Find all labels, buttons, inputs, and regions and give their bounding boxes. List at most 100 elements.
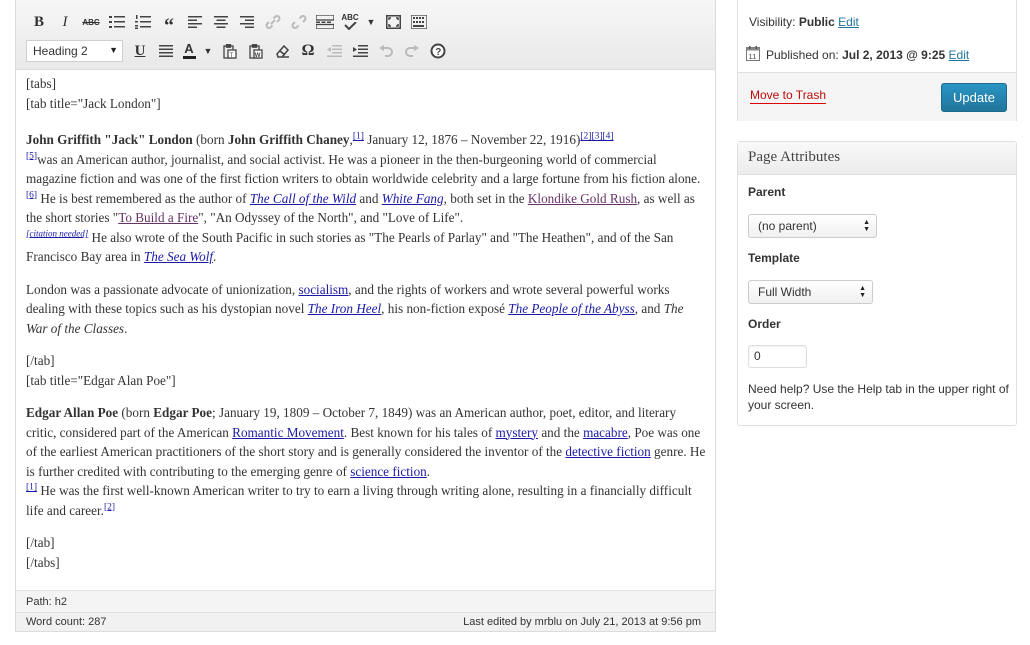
italic-icon[interactable]: I xyxy=(52,10,78,34)
unlink-icon[interactable] xyxy=(286,10,312,34)
text-color-swatch xyxy=(182,56,196,59)
paste-text-icon[interactable]: T xyxy=(217,39,243,63)
ref-link[interactable]: [5] xyxy=(26,151,37,161)
link-mystery[interactable]: mystery xyxy=(496,425,539,440)
text: . xyxy=(124,320,128,336)
paste-word-icon[interactable]: W xyxy=(243,39,269,63)
template-label: Template xyxy=(748,251,800,265)
paragraph-poe: Edgar Allan Poe (born Edgar Poe; January… xyxy=(26,403,706,520)
order-input[interactable]: 0 xyxy=(748,345,807,368)
justify-icon[interactable] xyxy=(153,39,179,63)
publish-actions: Move to Trash Update xyxy=(738,72,1016,121)
align-right-icon[interactable] xyxy=(234,10,260,34)
link-call-of-the-wild[interactable]: The Call of the Wild xyxy=(250,191,356,206)
editor-content[interactable]: [tabs] [tab title="Jack London"] John Gr… xyxy=(26,74,706,590)
text: and the xyxy=(538,424,584,440)
text-color-icon[interactable]: A xyxy=(179,39,199,63)
template-select-value: Full Width xyxy=(758,285,812,299)
shortcode-tab-close: [/tab] xyxy=(26,353,55,368)
word-count: Word count: 287 xyxy=(26,616,107,628)
update-button[interactable]: Update xyxy=(941,83,1007,112)
post-editor: B I ABC “ ABC ▼ Heading 2 ▼ U A ▼ T W Ω … xyxy=(15,0,716,632)
link-iron-heel[interactable]: The Iron Heel xyxy=(308,301,382,316)
text: He also wrote of the South Pacific in su… xyxy=(26,229,674,265)
align-center-icon[interactable] xyxy=(208,10,234,34)
special-char-icon[interactable]: Ω xyxy=(295,39,321,63)
spellcheck-dropdown-icon[interactable]: ▼ xyxy=(362,10,380,34)
shortcode-tab-close: [/tab] xyxy=(26,535,55,550)
page-attributes-title[interactable]: Page Attributes xyxy=(738,142,1016,175)
text-color-letter: A xyxy=(184,41,194,56)
link-detective-fiction[interactable]: detective fiction xyxy=(565,444,650,459)
underline-icon[interactable]: U xyxy=(127,39,153,63)
post-status-info: Word count: 287 Last edited by mrblu on … xyxy=(16,612,715,631)
text: He is best remembered as the author of xyxy=(37,190,250,206)
help-icon[interactable]: ? xyxy=(425,39,451,63)
text: . xyxy=(213,249,217,264)
published-label: Published on: xyxy=(766,48,839,62)
numbered-list-icon[interactable] xyxy=(130,10,156,34)
link-people-of-the-abyss[interactable]: The People of the Abyss xyxy=(508,301,634,316)
spellcheck-label: ABC xyxy=(341,13,359,22)
outdent-icon[interactable] xyxy=(321,39,347,63)
link-science-fiction[interactable]: science fiction xyxy=(350,464,427,479)
move-to-trash-link[interactable]: Move to Trash xyxy=(750,88,827,104)
fullscreen-icon[interactable] xyxy=(380,10,406,34)
clear-format-icon[interactable] xyxy=(269,39,295,63)
bullet-list-icon[interactable] xyxy=(104,10,130,34)
undo-icon[interactable] xyxy=(373,39,399,63)
insert-link-icon[interactable] xyxy=(260,10,286,34)
ref-link[interactable]: [1] xyxy=(353,132,364,142)
visibility-row: Visibility: Public Edit xyxy=(749,15,859,29)
edit-visibility-link[interactable]: Edit xyxy=(838,15,859,29)
strikethrough-icon[interactable]: ABC xyxy=(78,10,104,34)
text: (born xyxy=(118,405,154,420)
template-select[interactable]: Full Width ▲ ▼ xyxy=(748,280,873,304)
link-macabre[interactable]: macabre xyxy=(583,425,628,440)
reference: [2][3][4] xyxy=(580,132,613,142)
calendar-icon: 11 xyxy=(746,46,760,64)
svg-text:T: T xyxy=(230,53,234,59)
shortcode-tab-open: [tab title="Edgar Alan Poe"] xyxy=(26,372,176,388)
svg-text:?: ? xyxy=(435,47,441,58)
indent-icon[interactable] xyxy=(347,39,373,63)
link-klondike[interactable]: Klondike Gold Rush xyxy=(528,191,637,206)
link-romantic-movement[interactable]: Romantic Movement xyxy=(232,425,344,440)
chevron-down-icon: ▼ xyxy=(109,45,118,55)
ref-link[interactable]: [6] xyxy=(26,190,37,200)
ref-link[interactable]: [2] xyxy=(580,132,591,142)
redo-icon[interactable] xyxy=(399,39,425,63)
link-sea-wolf[interactable]: The Sea Wolf xyxy=(144,249,213,264)
link-socialism[interactable]: socialism xyxy=(298,282,348,297)
ref-link[interactable]: [1] xyxy=(26,483,37,493)
blockquote-icon[interactable]: “ xyxy=(156,10,182,37)
shortcode-tabs-close: [/tabs] xyxy=(26,554,60,570)
reference: [6] xyxy=(26,190,37,200)
ref-link[interactable]: [2] xyxy=(104,502,115,512)
select-arrows-icon: ▲ ▼ xyxy=(859,285,866,299)
ref-link[interactable]: [3] xyxy=(591,132,602,142)
bold-icon[interactable]: B xyxy=(26,10,52,34)
link-white-fang[interactable]: White Fang xyxy=(382,191,444,206)
align-left-icon[interactable] xyxy=(182,10,208,34)
parent-select[interactable]: (no parent) ▲ ▼ xyxy=(748,214,877,238)
text: , both set in the xyxy=(443,190,528,206)
kitchen-sink-icon[interactable] xyxy=(406,10,432,34)
ref-link[interactable]: [4] xyxy=(603,132,614,142)
text: He was the first well-known American wri… xyxy=(26,483,692,518)
page-attributes-box: Page Attributes Parent (no parent) ▲ ▼ Te… xyxy=(737,141,1017,426)
svg-text:W: W xyxy=(255,53,261,59)
parent-label: Parent xyxy=(748,185,786,199)
publish-box: Visibility: Public Edit 11 Published on:… xyxy=(737,0,1017,121)
text: London was a passionate advocate of unio… xyxy=(26,281,299,297)
link-to-build-a-fire[interactable]: To Build a Fire xyxy=(118,210,198,225)
more-tag-icon[interactable] xyxy=(312,10,338,34)
bold-name: Edgar Allan Poe xyxy=(26,405,119,420)
format-select[interactable]: Heading 2 ▼ xyxy=(26,40,123,62)
edit-date-link[interactable]: Edit xyxy=(949,48,970,62)
citation-link[interactable]: [citation needed] xyxy=(26,228,88,238)
spellcheck-icon[interactable]: ABC xyxy=(338,10,362,34)
text-color-dropdown-icon[interactable]: ▼ xyxy=(199,39,217,63)
text: ", "An Odyssey of the North", and "Love … xyxy=(198,210,464,225)
toolbar-row-1: B I ABC “ ABC ▼ xyxy=(26,9,432,37)
